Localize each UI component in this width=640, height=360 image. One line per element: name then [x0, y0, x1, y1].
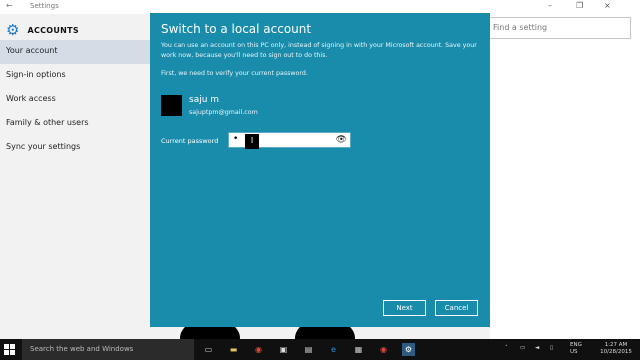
password-value: •	[233, 134, 239, 144]
close-button[interactable]: ×	[604, 1, 611, 10]
maximize-button[interactable]: ❐	[576, 1, 583, 10]
volume-icon[interactable]: ◄	[535, 345, 539, 352]
right-pane	[490, 14, 640, 339]
password-field[interactable]: • I 👁	[228, 132, 351, 149]
chrome-icon[interactable]: ◉	[252, 343, 265, 356]
taskbar: Search the web and Windows ▭ ▬ ◉ ▣ ▤ e ▦…	[0, 339, 640, 360]
next-button[interactable]: Next	[383, 300, 426, 316]
clock[interactable]: 1:27 AM 10/28/2015	[594, 342, 638, 356]
language-code: ENG	[570, 342, 582, 348]
window-title: Settings	[30, 2, 59, 10]
settings-icon[interactable]: ⚙	[402, 343, 415, 356]
windows-start-icon[interactable]	[4, 344, 15, 355]
action-center-icon[interactable]: ▯	[550, 345, 553, 352]
chrome-icon-2[interactable]: ◉	[377, 343, 390, 356]
verify-instruction: First, we need to verify your current pa…	[161, 70, 308, 77]
network-icon[interactable]: ▭	[520, 345, 525, 352]
sidebar-item-work-access[interactable]: Work access	[0, 88, 150, 112]
taskbar-search-placeholder: Search the web and Windows	[30, 345, 134, 353]
sidebar-item-sync-settings[interactable]: Sync your settings	[0, 136, 150, 160]
sidebar-item-family-other-users[interactable]: Family & other users	[0, 112, 150, 136]
cancel-button[interactable]: Cancel	[435, 300, 478, 316]
edge-icon[interactable]: e	[327, 343, 340, 356]
sidebar-item-your-account[interactable]: Your account	[0, 40, 150, 64]
avatar	[161, 95, 182, 116]
file-explorer-icon[interactable]: ▬	[227, 343, 240, 356]
dialog-description: You can use an account on this PC only, …	[161, 42, 477, 59]
clock-date: 10/28/2015	[600, 349, 632, 355]
user-name: saju m	[189, 95, 220, 105]
search-input[interactable]	[493, 23, 613, 32]
task-view-icon[interactable]: ▭	[202, 343, 215, 356]
dialog-title: Switch to a local account	[161, 22, 312, 36]
user-email: sajuptpm@gmail.com	[189, 109, 258, 116]
back-arrow-icon[interactable]: ←	[6, 1, 13, 10]
sidebar-item-sign-in-options[interactable]: Sign-in options	[0, 64, 150, 88]
region-code: US	[570, 349, 578, 355]
media-icon[interactable]: ▤	[302, 343, 315, 356]
store-icon[interactable]: ▣	[277, 343, 290, 356]
tray-up-arrow-icon[interactable]: ˄	[505, 345, 508, 352]
sidebar-header: ⚙ ACCOUNTS	[6, 21, 79, 39]
search-box[interactable]	[487, 17, 631, 39]
title-bar: ← Settings – ❐ ×	[0, 0, 640, 14]
text-cursor-icon: I	[245, 134, 259, 149]
sidebar-header-label: ACCOUNTS	[27, 25, 79, 35]
password-label: Current password	[161, 137, 219, 145]
reveal-password-icon[interactable]: 👁	[336, 135, 347, 145]
gear-icon: ⚙	[6, 21, 20, 39]
language-indicator[interactable]: ENG US	[570, 342, 582, 356]
switch-local-account-dialog: Switch to a local account You can use an…	[150, 13, 490, 327]
sidebar: ⚙ ACCOUNTS Your account Sign-in options …	[0, 14, 150, 339]
clock-time: 1:27 AM	[604, 342, 628, 348]
photos-icon[interactable]: ▦	[352, 343, 365, 356]
taskbar-search-box[interactable]: Search the web and Windows	[22, 339, 194, 360]
minimize-button[interactable]: –	[548, 1, 552, 10]
